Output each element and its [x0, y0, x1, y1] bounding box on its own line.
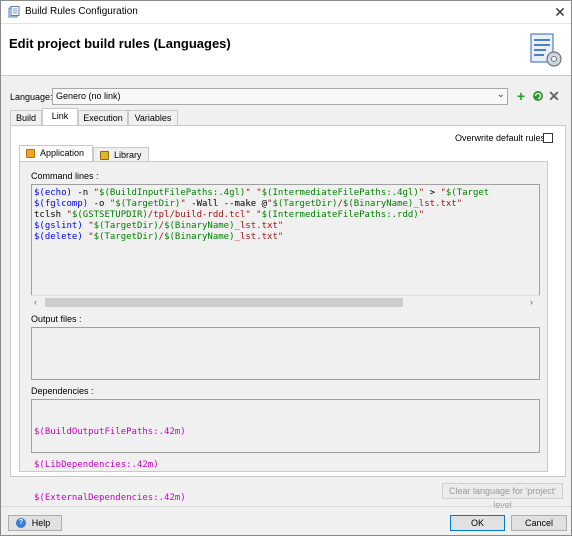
tab-execution[interactable]: Execution	[78, 110, 128, 125]
scrollbar-thumb[interactable]	[45, 298, 403, 307]
dependency-line: $(BuildOutputFilePaths:.42m)	[34, 427, 186, 437]
scroll-right-icon[interactable]: ›	[530, 297, 533, 307]
tab-link[interactable]: Link	[42, 108, 78, 126]
command-lines-label: Command lines :	[31, 171, 99, 181]
tab-variables[interactable]: Variables	[128, 110, 178, 125]
ok-button[interactable]: OK	[450, 515, 505, 531]
footer-divider	[1, 506, 571, 507]
language-label: Language:	[10, 92, 53, 102]
clear-language-button[interactable]: Clear language for 'project' level	[442, 483, 563, 510]
x-icon[interactable]: ✕	[547, 88, 561, 104]
dependencies-editor[interactable]: $(BuildOutputFilePaths:.42m) $(LibDepend…	[31, 399, 540, 503]
dependency-line: $(ExternalDependencies:.42m)	[34, 493, 186, 503]
command-lines-editor[interactable]: $(echo) -n "$(BuildInputFilePaths:.4gl)"…	[31, 184, 540, 309]
subtab-application[interactable]: Application	[19, 145, 93, 162]
tab-build[interactable]: Build	[10, 110, 42, 125]
title-bar: Build Rules Configuration ✕	[1, 1, 571, 24]
chevron-down-icon: ⌄	[496, 89, 505, 100]
command-line: $(echo) -n "$(BuildInputFilePaths:.4gl)"…	[34, 188, 490, 198]
page-title: Edit project build rules (Languages)	[9, 36, 231, 51]
help-button[interactable]: ? Help	[8, 515, 62, 531]
subtab-application-label: Application	[40, 148, 85, 158]
command-line: $(delete) "$(TargetDir)/$(BinaryName)_ls…	[34, 232, 284, 242]
output-files-editor[interactable]	[31, 327, 540, 380]
header-banner: Edit project build rules (Languages)	[1, 24, 571, 76]
plus-icon[interactable]: +	[514, 88, 528, 104]
horizontal-scrollbar[interactable]: ‹ ›	[31, 295, 540, 309]
command-line: $(fglcomp) -o "$(TargetDir)" -Wall --mak…	[34, 199, 463, 209]
cancel-button[interactable]: Cancel	[511, 515, 567, 531]
window-title: Build Rules Configuration	[25, 6, 138, 17]
refresh-icon[interactable]	[531, 88, 545, 104]
library-icon	[100, 151, 109, 160]
output-files-label: Output files :	[31, 314, 82, 324]
dependencies-text: $(BuildOutputFilePaths:.42m) $(LibDepend…	[34, 405, 186, 526]
subtab-library[interactable]: Library	[93, 147, 149, 161]
dependencies-label: Dependencies :	[31, 386, 94, 396]
application-icon	[26, 149, 35, 158]
overwrite-checkbox[interactable]	[543, 133, 553, 143]
settings-document-icon	[530, 33, 562, 67]
close-icon[interactable]: ✕	[551, 3, 569, 21]
app-icon	[8, 6, 20, 18]
dialog-window: Build Rules Configuration ✕ Edit project…	[0, 0, 572, 536]
help-button-label: Help	[31, 518, 51, 528]
scroll-left-icon[interactable]: ‹	[34, 297, 37, 307]
subtab-library-label: Library	[114, 150, 142, 160]
command-line: $(gslint) "$(TargetDir)/$(BinaryName)_ls…	[34, 221, 284, 231]
language-select[interactable]: Genero (no link) ⌄	[52, 88, 508, 105]
overwrite-label: Overwrite default rules	[455, 133, 546, 143]
language-value: Genero (no link)	[56, 91, 121, 101]
dependency-line: $(LibDependencies:.42m)	[34, 460, 159, 470]
command-lines-text: $(echo) -n "$(BuildInputFilePaths:.4gl)"…	[34, 188, 538, 288]
help-icon: ?	[16, 518, 26, 528]
command-line: tclsh "$(GSTSETUPDIR)/tpl/build-rdd.tcl"…	[34, 210, 425, 220]
